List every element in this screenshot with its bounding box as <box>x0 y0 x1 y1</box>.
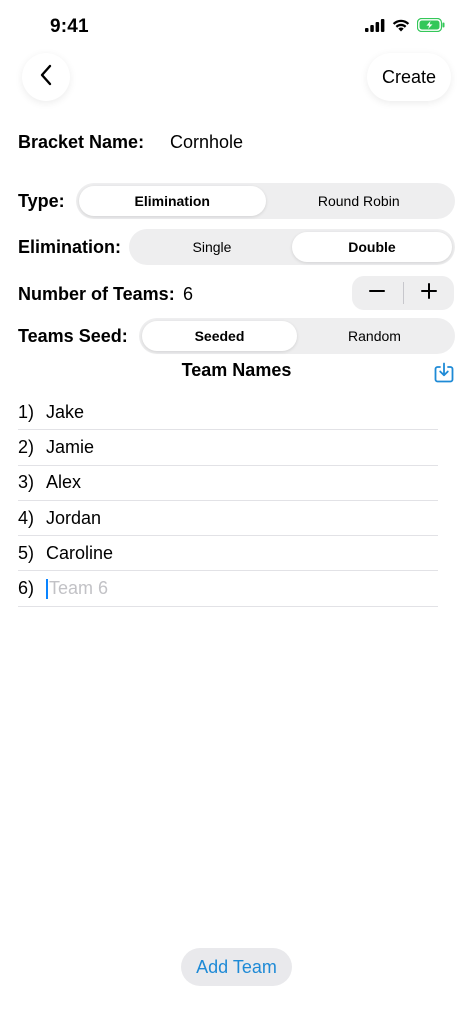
add-team-button[interactable]: Add Team <box>181 948 292 986</box>
decrement-button[interactable] <box>352 276 403 310</box>
team-number: 1) <box>18 401 35 422</box>
teams-stepper <box>352 276 454 310</box>
team-row[interactable]: 5) Caroline <box>18 536 438 572</box>
team-name-field[interactable]: Jake <box>46 402 84 423</box>
team-row[interactable]: 1) Jake <box>18 395 438 431</box>
type-option-round-robin[interactable]: Round Robin <box>266 186 453 216</box>
team-list: 1) Jake 2) Jamie 3) Alex 4) Jordan 5) Ca… <box>18 395 438 607</box>
elimination-option-single[interactable]: Single <box>132 232 292 262</box>
number-of-teams-label: Number of Teams: <box>18 284 175 304</box>
wifi-icon <box>392 19 410 32</box>
minus-icon <box>369 283 386 304</box>
team-row[interactable]: 3) Alex <box>18 466 438 501</box>
create-button[interactable]: Create <box>367 53 451 101</box>
team-row[interactable]: 4) Jordan <box>18 501 438 537</box>
bracket-name-label: Bracket Name: <box>18 132 145 152</box>
elimination-option-double[interactable]: Double <box>292 232 452 262</box>
bracket-name-field[interactable]: Cornhole <box>170 132 243 153</box>
seed-option-random[interactable]: Random <box>297 321 452 351</box>
elimination-segmented-control: Single Double <box>129 229 455 265</box>
team-number: 6) <box>18 578 35 599</box>
battery-icon <box>417 18 445 32</box>
team-number: 5) <box>18 542 35 563</box>
team-name-field[interactable]: Alex <box>46 472 81 493</box>
team-number: 2) <box>18 436 35 457</box>
team-names-title: Team Names <box>181 360 292 380</box>
team-name-field[interactable]: Caroline <box>46 543 113 564</box>
team-name-field[interactable]: Jamie <box>46 437 94 458</box>
team-row[interactable]: 6) <box>18 571 438 607</box>
team-name-field[interactable]: Jordan <box>46 508 101 529</box>
back-chevron-icon <box>39 64 53 91</box>
type-option-elimination[interactable]: Elimination <box>79 186 266 216</box>
status-bar: 9:41 <box>0 0 473 54</box>
team-row[interactable]: 2) Jamie <box>18 430 438 466</box>
seed-option-seeded[interactable]: Seeded <box>142 321 297 351</box>
import-icon[interactable] <box>433 362 455 384</box>
team-number: 4) <box>18 507 35 528</box>
seed-segmented-control: Seeded Random <box>139 318 455 354</box>
plus-icon <box>420 282 437 304</box>
back-button[interactable] <box>22 53 70 101</box>
team-number: 3) <box>18 472 35 493</box>
status-icons <box>365 18 445 32</box>
type-segmented-control: Elimination Round Robin <box>76 183 455 219</box>
team-name-input[interactable] <box>49 578 409 600</box>
create-bracket-screen: 9:41 Create Bracket Name: Cornhole Type:… <box>0 0 473 1024</box>
status-time: 9:41 <box>50 16 89 37</box>
type-label: Type: <box>18 191 65 211</box>
number-of-teams-value: 6 <box>183 284 194 304</box>
elimination-label: Elimination: <box>18 237 121 257</box>
increment-button[interactable] <box>404 276 455 310</box>
teams-seed-label: Teams Seed: <box>18 326 128 346</box>
signal-icon <box>365 18 385 32</box>
text-cursor <box>46 578 48 599</box>
